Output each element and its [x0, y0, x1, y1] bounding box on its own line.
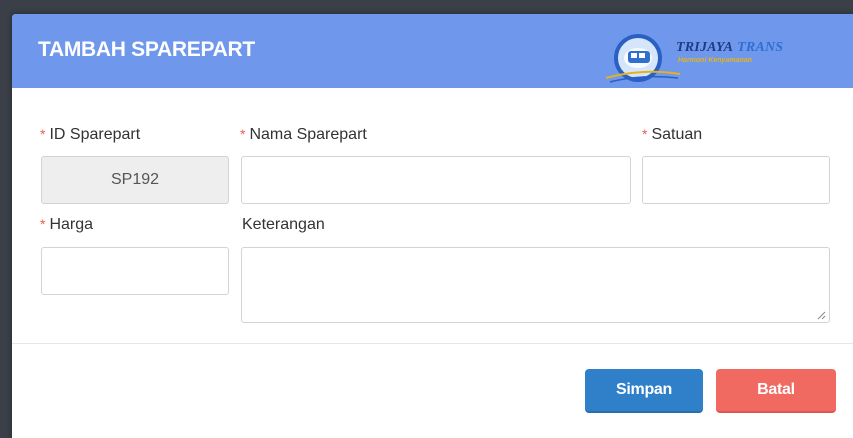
company-logo: TRIJAYA TRANS Harmoni Kenyamanan: [602, 28, 842, 88]
id-sparepart-label-text: ID Sparepart: [49, 126, 141, 143]
satuan-label-text: Satuan: [651, 126, 703, 143]
logo-tagline: Harmoni Kenyamanan: [678, 57, 752, 64]
logo-name: TRIJAYA TRANS: [676, 40, 783, 56]
keterangan-textarea[interactable]: [241, 247, 830, 323]
logo-name-part2: TRANS: [737, 40, 784, 55]
required-mark: *: [40, 126, 46, 142]
satuan-label: * Satuan: [642, 126, 702, 144]
required-mark: *: [240, 126, 246, 142]
required-mark: *: [40, 216, 46, 232]
harga-input[interactable]: [41, 247, 229, 295]
dialog-header: TAMBAH SPAREPART TRIJAYA TRANS Harmoni Ke…: [12, 14, 853, 88]
add-sparepart-dialog: TAMBAH SPAREPART TRIJAYA TRANS Harmoni Ke…: [12, 14, 853, 438]
id-sparepart-label: * ID Sparepart: [40, 126, 140, 144]
logo-name-part1: TRIJAYA: [676, 40, 734, 55]
cancel-button[interactable]: Batal: [716, 369, 836, 413]
nama-sparepart-input[interactable]: [241, 156, 631, 204]
dialog-title: TAMBAH SPAREPART: [38, 38, 255, 61]
required-mark: *: [642, 126, 648, 142]
satuan-input[interactable]: [642, 156, 830, 204]
harga-label: * Harga: [40, 216, 93, 234]
bus-globe-icon: [605, 34, 681, 83]
resize-grip-icon[interactable]: [816, 310, 826, 320]
nama-sparepart-label-text: Nama Sparepart: [249, 126, 367, 143]
id-sparepart-field: SP192: [41, 156, 229, 204]
harga-label-text: Harga: [49, 216, 94, 233]
save-button[interactable]: Simpan: [585, 369, 703, 413]
nama-sparepart-label: * Nama Sparepart: [240, 126, 367, 144]
keterangan-label: Keterangan: [242, 216, 325, 233]
footer-divider: [12, 343, 853, 344]
